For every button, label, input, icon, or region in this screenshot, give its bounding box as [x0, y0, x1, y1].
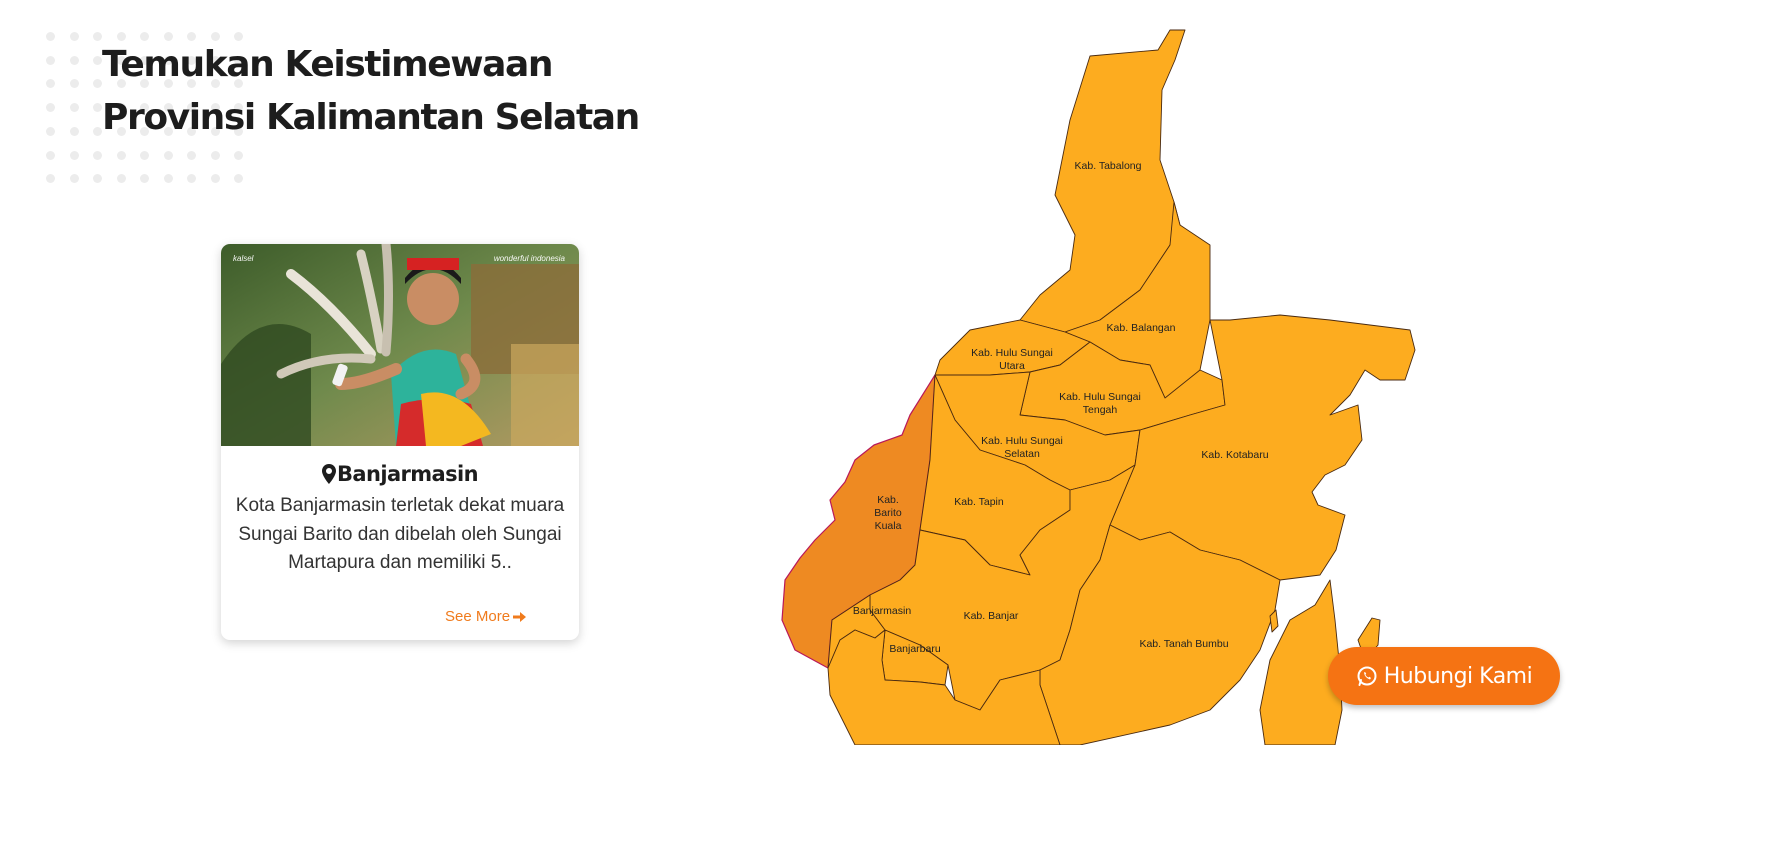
- dot: [69, 174, 79, 184]
- dot: [163, 174, 173, 184]
- dot: [210, 150, 220, 160]
- card-title: Banjarmasin: [221, 462, 579, 486]
- dot: [187, 150, 196, 160]
- dot: [93, 55, 102, 65]
- page-title: Temukan Keistimewaan Provinsi Kalimantan…: [102, 38, 640, 144]
- map-label-kab-barito-kuala: Kab. Barito Kuala: [874, 494, 902, 532]
- dot: [93, 174, 102, 184]
- dot: [140, 150, 149, 160]
- dot: [93, 79, 102, 89]
- map-label-kab-kotabaru: Kab. Kotabaru: [1201, 449, 1268, 461]
- map-label-kab-tabalong: Kab. Tabalong: [1075, 160, 1142, 172]
- dot: [93, 126, 102, 136]
- map-pin-icon: [322, 464, 337, 484]
- dot: [46, 55, 55, 65]
- arrow-right-icon: [513, 611, 527, 622]
- dot: [69, 103, 79, 113]
- see-more-link[interactable]: See More: [445, 608, 527, 625]
- card-description: Kota Banjarmasin terletak dekat muara Su…: [235, 495, 565, 573]
- map-label-banjarbaru: Banjarbaru: [889, 643, 941, 655]
- page-title-line2: Provinsi Kalimantan Selatan: [102, 97, 640, 138]
- dot: [46, 126, 55, 136]
- wonderful-indonesia-logo: wonderful indonesia: [493, 254, 565, 263]
- dot: [116, 174, 126, 184]
- map-label-kab-tapin: Kab. Tapin: [954, 496, 1004, 508]
- dancer-photo: kalsel wonderful indonesia: [221, 244, 579, 446]
- dot: [93, 103, 102, 113]
- dot: [140, 174, 149, 184]
- map-label-kab-balangan: Kab. Balangan: [1107, 322, 1176, 334]
- page-title-line1: Temukan Keistimewaan: [102, 44, 554, 85]
- see-more-label: See More: [445, 608, 511, 625]
- map-label-kab-tanah-bumbu: Kab. Tanah Bumbu: [1139, 638, 1228, 650]
- hubungi-kami-label: Hubungi Kami: [1383, 663, 1533, 689]
- dot: [234, 150, 243, 160]
- dot: [69, 32, 79, 41]
- dot: [46, 79, 55, 89]
- kalsel-logo: kalsel: [233, 254, 254, 263]
- card-title-text: Banjarmasin: [337, 462, 479, 486]
- dot: [69, 55, 79, 65]
- map-label-kab-banjar: Kab. Banjar: [964, 610, 1019, 622]
- dot: [46, 150, 55, 160]
- dot: [69, 79, 79, 89]
- dot: [93, 32, 102, 41]
- dot: [46, 32, 55, 41]
- whatsapp-icon: [1357, 666, 1377, 686]
- province-map: Kab. Tabalong Kab. Balangan Kab. Hulu Sung…: [770, 20, 1450, 746]
- destination-card: kalsel wonderful indonesia Banjarmasin K…: [221, 244, 579, 640]
- dot: [163, 150, 173, 160]
- hubungi-kami-button[interactable]: Hubungi Kami: [1328, 647, 1560, 705]
- dot: [187, 174, 196, 184]
- dot: [69, 126, 79, 136]
- map-label-banjarmasin: Banjarmasin: [853, 605, 912, 617]
- dot: [210, 174, 220, 184]
- dot: [234, 174, 243, 184]
- dot: [46, 174, 55, 184]
- dot: [116, 150, 126, 160]
- dot: [46, 103, 55, 113]
- dot: [69, 150, 79, 160]
- dot: [93, 150, 102, 160]
